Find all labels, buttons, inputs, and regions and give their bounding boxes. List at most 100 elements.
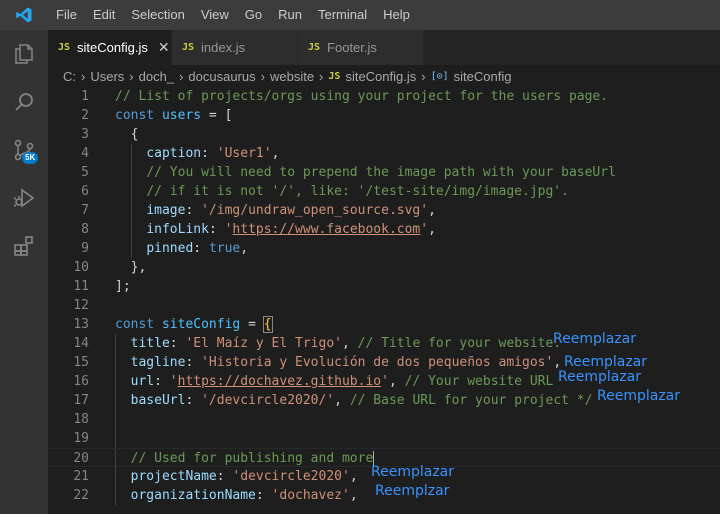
code-line[interactable]: 6 // if it is not '/', like: '/test-site… [48,182,720,201]
breadcrumb-item[interactable]: siteConfig [454,69,512,84]
code-token: 'dochavez' [271,488,350,503]
code-content: url: 'https://dochavez.github.io', // Yo… [115,372,554,391]
annotation-label: Reemplazar [553,331,637,347]
code-line[interactable]: 9 pinned: true, [48,239,720,258]
menu-item-edit[interactable]: Edit [85,0,123,30]
code-token: users [161,108,202,123]
menu-item-selection[interactable]: Selection [123,0,192,30]
code-token: , [349,469,358,484]
tab-footer[interactable]: JS Footer.js [298,30,424,65]
chevron-right-icon: › [81,68,86,84]
code-token: image [146,203,186,218]
code-token: const [115,317,162,332]
code-line[interactable]: 5 // You will need to prepend the image … [48,163,720,182]
code-token: { [262,316,273,333]
code-line[interactable]: 11]; [48,277,720,296]
code-line[interactable]: 10 }, [48,258,720,277]
code-token: , [349,488,358,503]
source-control-badge: 5K [22,152,39,164]
code-token: , [428,222,436,237]
line-number: 16 [73,374,89,389]
code-line[interactable]: 4 caption: 'User1', [48,144,720,163]
code-line[interactable]: 1 // List of projects/orgs using your pro… [48,87,720,106]
code-token: ' [420,222,429,237]
code-content: const siteConfig = { [115,315,273,334]
code-content: caption: 'User1', [115,144,279,163]
code-token: : [185,393,202,408]
code-editor[interactable]: 1 // List of projects/orgs using your pro… [48,87,720,514]
code-token: organizationName [130,488,256,503]
code-token: ]; [115,279,131,294]
js-file-icon: JS [58,42,71,53]
explorer-icon[interactable] [0,30,48,78]
tab-label: Footer.js [327,40,377,55]
code-line[interactable]: 8 infoLink: 'https://www.facebook.com', [48,220,720,239]
line-number: 15 [73,355,89,370]
code-token: { [115,127,139,142]
code-token: : [169,336,186,351]
run-debug-icon[interactable] [0,174,48,222]
code-token: // List of projects/orgs using your proj… [115,89,609,104]
menu-item-view[interactable]: View [193,0,237,30]
code-token: 'El Maíz y El Trigo' [185,336,342,351]
code-token: : [208,222,225,237]
code-token: 'User1' [216,146,272,161]
code-line[interactable]: 18 [48,410,720,429]
code-token: // Your website URL [404,374,554,389]
extensions-icon[interactable] [0,222,48,270]
menu-item-go[interactable]: Go [237,0,270,30]
tab-siteconfig[interactable]: JS siteConfig.js ✕ [48,30,172,65]
code-token: // Base URL for your project */ [349,393,593,408]
code-content: pinned: true, [115,239,248,258]
breadcrumb-item[interactable]: siteConfig.js [345,69,416,84]
line-number: 13 [73,317,89,332]
menu-bar: File Edit Selection View Go Run Terminal Help [48,0,418,30]
menu-item-help[interactable]: Help [375,0,418,30]
code-token: infoLink [146,222,209,237]
menu-item-file[interactable]: File [48,0,85,30]
code-content: // List of projects/orgs using your proj… [115,87,608,106]
breadcrumb-item[interactable]: doch_ [139,69,174,84]
code-token: : [193,241,209,256]
close-icon[interactable]: ✕ [158,39,170,56]
menu-item-terminal[interactable]: Terminal [310,0,375,30]
chevron-right-icon: › [319,68,324,84]
code-line[interactable]: 7 image: '/img/undraw_open_source.svg', [48,201,720,220]
code-token: ' [169,374,178,389]
line-number: 5 [81,165,89,180]
code-token: : [216,469,233,484]
code-content: // You will need to prepend the image pa… [115,163,616,182]
code-token: siteConfig [161,317,241,332]
code-token: pinned [146,241,194,256]
menu-item-run[interactable]: Run [270,0,310,30]
code-token: const [115,108,162,123]
code-content: projectName: 'devcircle2020', [115,467,358,486]
tab-label: siteConfig.js [77,40,148,55]
code-token: : [185,203,202,218]
source-control-icon[interactable]: 5K [0,126,48,174]
code-token: , [342,336,358,351]
code-content: infoLink: 'https://www.facebook.com', [115,220,436,239]
code-line[interactable]: 12 [48,296,720,315]
search-icon[interactable] [0,78,48,126]
breadcrumb-item[interactable]: docusaurus [188,69,255,84]
tab-index[interactable]: JS index.js [172,30,298,65]
code-token: // if it is not '/', like: '/test-site/i… [146,184,569,199]
code-token: = [240,317,264,332]
code-line[interactable]: 3 { [48,125,720,144]
breadcrumb-item[interactable]: Users [90,69,124,84]
code-token: title [130,336,170,351]
code-line[interactable]: 2 const users = [ [48,106,720,125]
code-token: ' [381,374,389,389]
breadcrumb-item[interactable]: website [270,69,314,84]
code-line[interactable]: 19 [48,429,720,448]
code-content: // if it is not '/', like: '/test-site/i… [115,182,569,201]
breadcrumb-item[interactable]: C: [63,69,76,84]
